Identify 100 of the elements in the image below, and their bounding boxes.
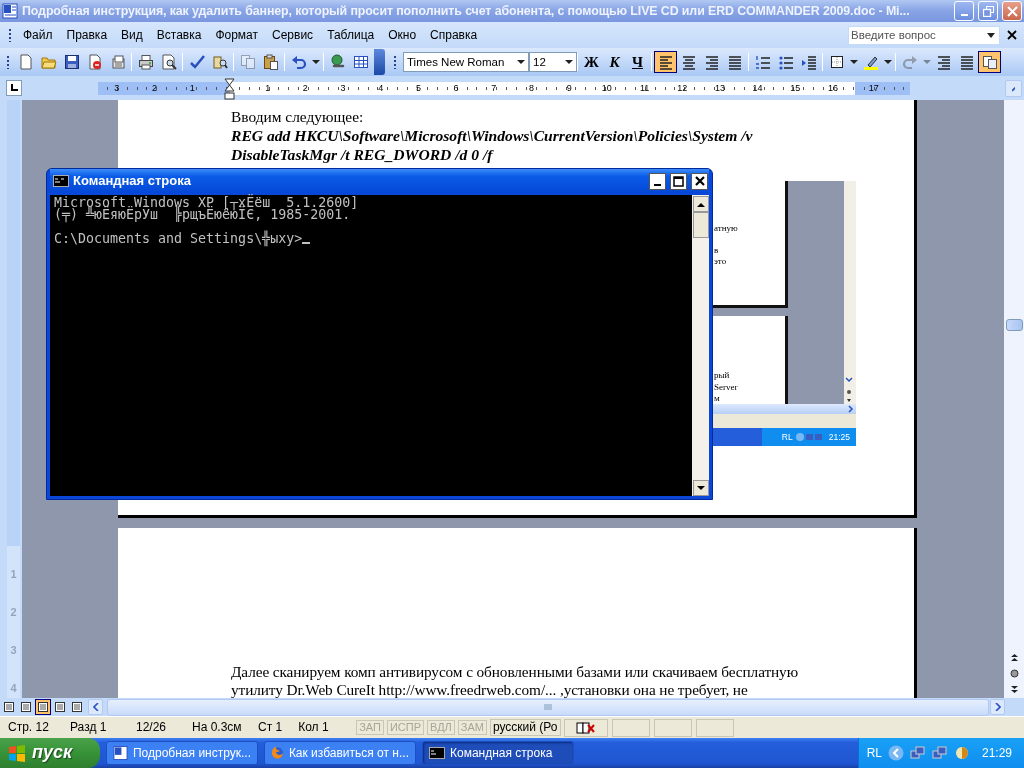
network-icon xyxy=(931,745,948,761)
circle-icon xyxy=(1009,668,1019,678)
status-field: На 0.3см xyxy=(184,720,250,735)
paragraph: Далее сканируем комп антивирусом с обновленными базами или скачиваем бесплатную утилиту Dr.Web CureIt http://www.freedrweb.com/... ,установки она не требует, не xyxy=(231,663,799,698)
menu-item[interactable]: Вставка xyxy=(149,27,209,43)
menu-item[interactable]: Справка xyxy=(423,27,485,43)
font-size-field[interactable]: 12 xyxy=(529,52,577,72)
console-icon xyxy=(53,175,69,187)
up-arrow-icon xyxy=(696,201,705,207)
highlighter-icon xyxy=(862,54,879,70)
printer-icon xyxy=(137,54,154,70)
link[interactable]: http://www.freedrweb.com/... xyxy=(378,681,557,698)
command-prompt: C:\Documents and Settings\╬ыху> xyxy=(54,231,303,246)
close-button[interactable] xyxy=(691,172,708,190)
menu-item[interactable]: Сервис xyxy=(265,27,321,43)
folder-icon xyxy=(40,54,57,70)
minimize-button[interactable] xyxy=(649,172,666,190)
normal-view-icon xyxy=(3,701,15,713)
chevron-icon xyxy=(887,745,904,761)
text-fragment: атную xyxy=(714,223,738,233)
ruler-number: 14 xyxy=(752,82,763,93)
windows-flag-icon xyxy=(8,744,26,762)
bulleted-list-icon xyxy=(777,54,794,70)
caret-icon xyxy=(311,58,320,66)
italic-button[interactable]: К xyxy=(603,51,626,73)
window-title: Командная строка xyxy=(73,173,192,189)
underline-button[interactable]: Ч xyxy=(626,51,649,73)
menu-item[interactable]: Файл xyxy=(16,27,60,43)
language-indicator[interactable]: русский (Ро xyxy=(489,719,561,736)
status-field: Стр. 12 xyxy=(0,720,62,735)
document-app-icon xyxy=(2,3,18,19)
minimize-icon xyxy=(960,13,968,16)
ruler-number: 1 xyxy=(265,82,271,93)
table-grid-icon xyxy=(352,54,369,70)
start-button[interactable]: пуск xyxy=(0,738,100,768)
book-magnifier-icon xyxy=(211,54,228,70)
undo-arrow-icon xyxy=(290,54,307,70)
ruler-number: 1 xyxy=(189,82,195,93)
toolbar-button[interactable] xyxy=(978,51,1001,73)
copy-icon xyxy=(239,54,256,70)
view-button[interactable] xyxy=(1,699,17,715)
double-down-arrow-icon xyxy=(1009,684,1019,694)
scroll-thumb[interactable] xyxy=(1005,319,1023,331)
shield-icon xyxy=(953,745,970,761)
scroll-down-button[interactable] xyxy=(692,480,709,496)
close-icon[interactable] xyxy=(1007,30,1017,40)
menu-item[interactable]: Правка xyxy=(59,27,115,43)
ruler-number: 6 xyxy=(453,82,459,93)
spelling-status-icon xyxy=(575,720,596,735)
status-field: 12/26 xyxy=(128,720,184,735)
status-panel xyxy=(653,718,692,737)
horizontal-scrollbar[interactable] xyxy=(107,698,989,716)
toolbar-button[interactable] xyxy=(654,51,677,73)
page-magnifier-icon xyxy=(160,54,177,70)
tab-stop-selector[interactable] xyxy=(6,80,22,96)
tab-stop-icon xyxy=(10,84,18,92)
status-panel xyxy=(695,718,734,737)
status-field: Разд 1 xyxy=(62,720,128,735)
maximize-button[interactable] xyxy=(670,172,687,190)
scroll-up-button[interactable] xyxy=(692,196,709,212)
numbered-list-icon xyxy=(754,54,771,70)
menu-item[interactable]: Таблица xyxy=(320,27,382,43)
text-fragment: рый xyxy=(714,370,730,380)
web-view-icon xyxy=(20,701,32,713)
taskbar-button[interactable]: Командная строка xyxy=(422,741,574,765)
view-button[interactable] xyxy=(35,699,51,715)
network-icon xyxy=(909,745,926,761)
scroll-thumb[interactable] xyxy=(692,212,709,238)
ruler-number: 10 xyxy=(601,82,612,93)
scroll-right-button[interactable] xyxy=(990,699,1005,715)
text-fragment: Server xyxy=(714,382,738,392)
view-button[interactable] xyxy=(69,699,85,715)
redo-arrow-icon xyxy=(901,54,918,70)
view-button[interactable] xyxy=(52,699,68,715)
reading-layout-icon xyxy=(981,54,998,70)
minimize-icon xyxy=(654,183,661,186)
menu-item[interactable]: Окно xyxy=(381,27,424,43)
taskbar-button[interactable]: Как избавиться от н... xyxy=(264,741,416,765)
toolbar-options-handle[interactable] xyxy=(374,49,385,75)
ruler-number: 1 xyxy=(10,568,17,580)
bold-button[interactable]: Ж xyxy=(580,51,603,73)
taskbar-button[interactable]: Подробная инструк... xyxy=(106,741,258,765)
scroll-left-button[interactable] xyxy=(88,699,103,715)
view-button[interactable] xyxy=(18,699,34,715)
outline-view-icon xyxy=(54,701,66,713)
font-name-field[interactable]: Times New Roman xyxy=(403,52,529,72)
ruler-number: 4 xyxy=(10,682,17,694)
ruler-number: 2 xyxy=(152,82,158,93)
help-search-field[interactable]: Введите вопрос xyxy=(848,25,1000,45)
status-panel xyxy=(611,718,650,737)
document-app-icon xyxy=(113,745,128,761)
clock: 21:25 xyxy=(828,431,850,443)
ruler-number: 7 xyxy=(491,82,497,93)
ruler-number: 3 xyxy=(114,82,120,93)
border-square-icon xyxy=(828,54,845,70)
menu-item[interactable]: Вид xyxy=(114,27,150,43)
menu-item[interactable]: Формат xyxy=(208,27,266,43)
down-arrow-icon xyxy=(696,485,705,491)
restore-button[interactable] xyxy=(978,1,998,21)
paragraph: REG add HKCU\Software\Microsoft\Windows\CurrentVersion\Policies\System /v DisableTaskMgr /t REG_DWORD /d 0 /f xyxy=(230,126,754,164)
